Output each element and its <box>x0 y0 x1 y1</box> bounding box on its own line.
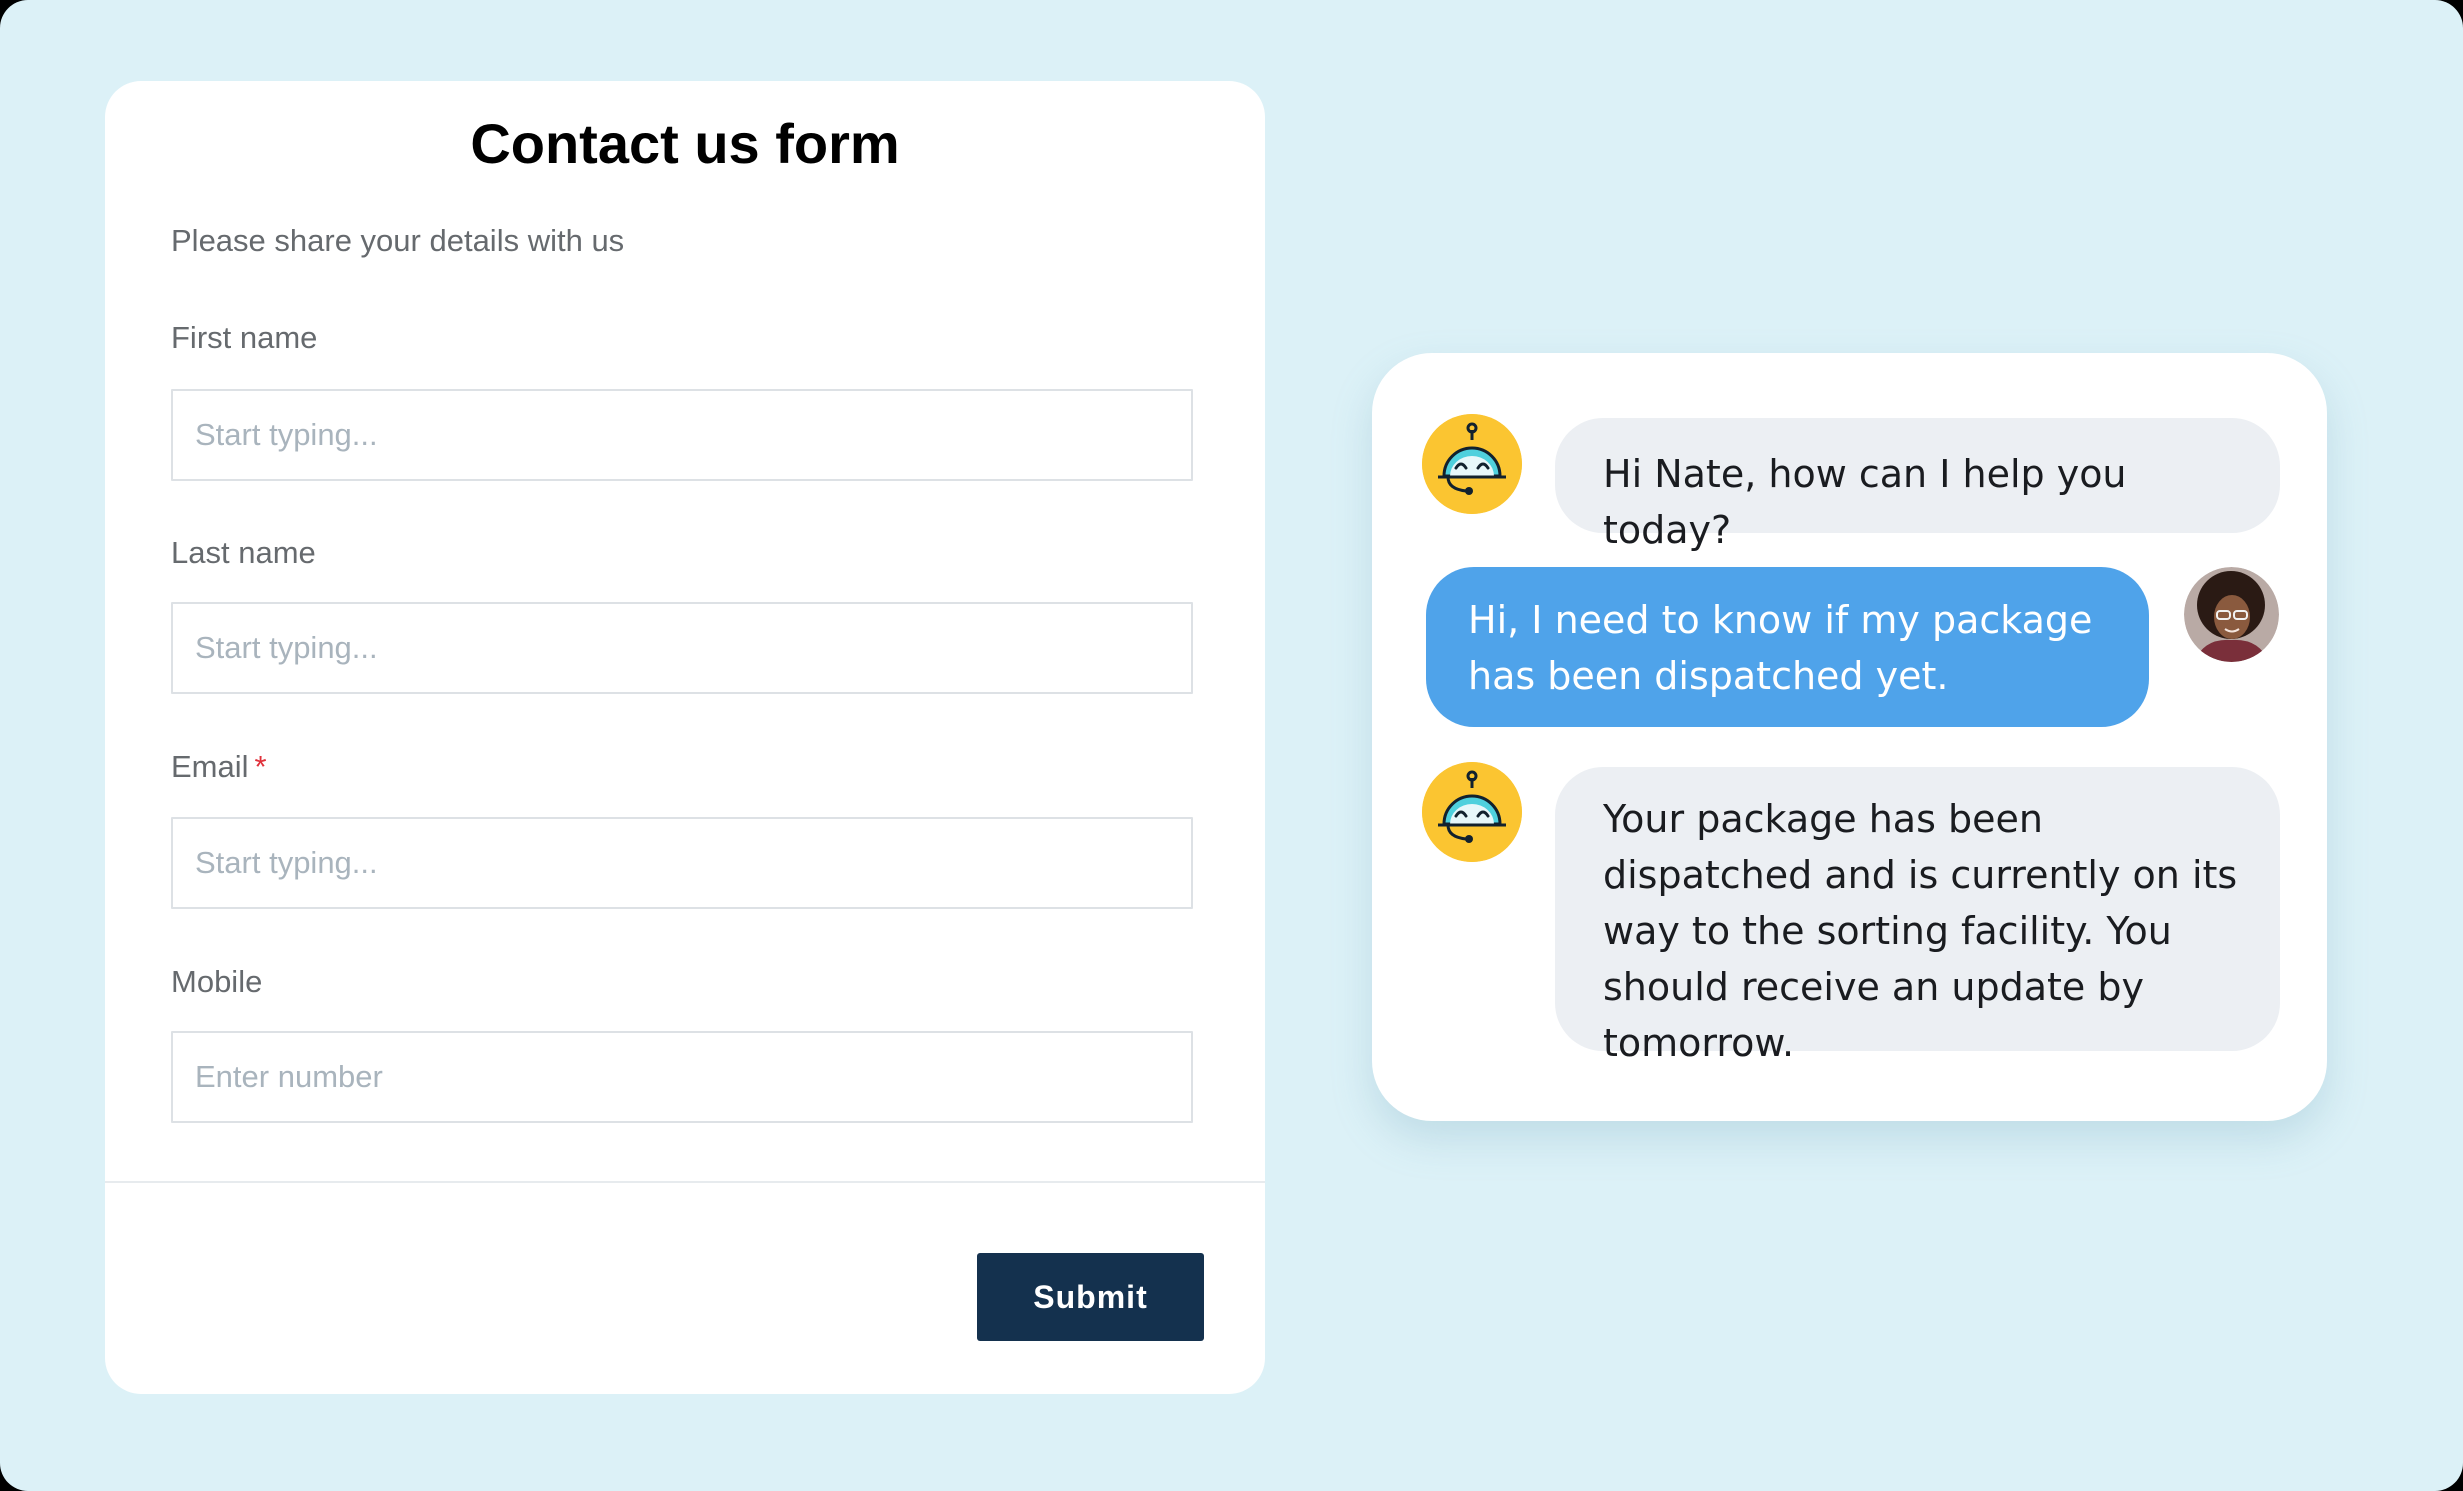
email-label: Email * <box>171 749 267 785</box>
bot-avatar <box>1422 414 1522 514</box>
mobile-input[interactable] <box>171 1031 1193 1123</box>
first-name-input[interactable] <box>171 389 1193 481</box>
mobile-label: Mobile <box>171 964 263 999</box>
form-divider <box>105 1181 1265 1183</box>
form-title: Contact us form <box>470 112 900 175</box>
bot-avatar <box>1422 762 1522 862</box>
robot-support-icon <box>1422 762 1522 862</box>
contact-form-card: Contact us form Please share your detail… <box>105 81 1265 1394</box>
robot-support-icon <box>1422 414 1522 514</box>
required-mark: * <box>254 749 267 784</box>
chat-message-user: Hi, I need to know if my package has bee… <box>1426 567 2149 727</box>
chat-panel: Hi Nate, how can I help you today? Hi, I… <box>1372 353 2327 1121</box>
submit-button[interactable]: Submit <box>977 1253 1204 1341</box>
user-photo <box>2184 567 2279 662</box>
chat-message-bot: Hi Nate, how can I help you today? <box>1555 418 2280 552</box>
email-input[interactable] <box>171 817 1193 909</box>
email-label-text: Email <box>171 749 249 784</box>
last-name-input[interactable] <box>171 602 1193 694</box>
last-name-label: Last name <box>171 535 316 570</box>
user-avatar <box>2184 567 2279 662</box>
chat-message-bot: Your package has been dispatched and is … <box>1555 767 2280 1065</box>
form-subtitle: Please share your details with us <box>171 223 625 258</box>
page-canvas: Contact us form Please share your detail… <box>0 0 2463 1491</box>
first-name-label: First name <box>171 320 318 355</box>
